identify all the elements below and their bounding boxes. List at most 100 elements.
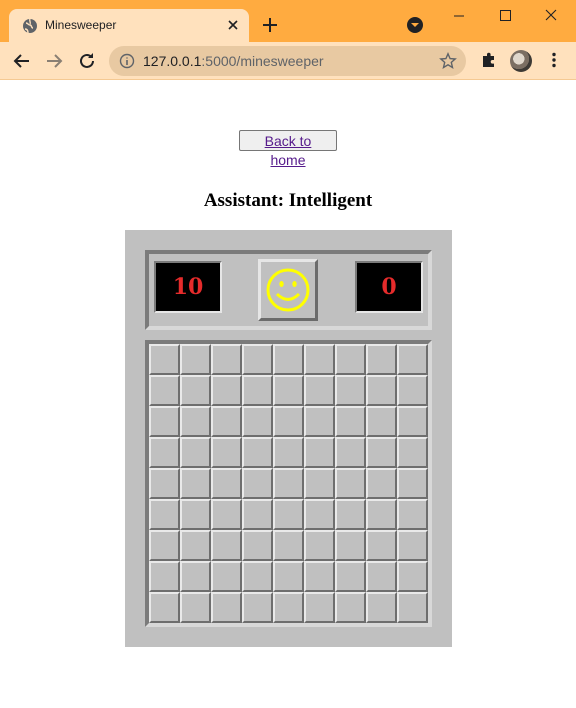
mine-cell[interactable] [242, 344, 273, 375]
mine-cell[interactable] [366, 437, 397, 468]
mine-cell[interactable] [366, 375, 397, 406]
mine-cell[interactable] [273, 468, 304, 499]
mine-cell[interactable] [180, 561, 211, 592]
mine-cell[interactable] [335, 499, 366, 530]
puzzle-icon[interactable] [480, 51, 498, 69]
mine-cell[interactable] [273, 561, 304, 592]
mine-cell[interactable] [211, 561, 242, 592]
mine-cell[interactable] [180, 592, 211, 623]
mine-cell[interactable] [211, 499, 242, 530]
mine-cell[interactable] [149, 530, 180, 561]
info-icon[interactable] [119, 53, 135, 69]
mine-cell[interactable] [335, 437, 366, 468]
mine-cell[interactable] [304, 406, 335, 437]
mine-cell[interactable] [180, 499, 211, 530]
star-icon[interactable] [439, 52, 457, 70]
mine-cell[interactable] [242, 437, 273, 468]
plus-icon[interactable] [261, 16, 279, 34]
mine-cell[interactable] [149, 406, 180, 437]
tab-search-icon[interactable] [406, 16, 424, 34]
mine-cell[interactable] [242, 530, 273, 561]
mine-cell[interactable] [397, 375, 428, 406]
mine-cell[interactable] [149, 437, 180, 468]
window-close-icon[interactable] [528, 4, 574, 32]
mine-cell[interactable] [335, 375, 366, 406]
mine-cell[interactable] [211, 530, 242, 561]
mine-cell[interactable] [149, 561, 180, 592]
mine-cell[interactable] [397, 437, 428, 468]
mine-cell[interactable] [180, 437, 211, 468]
mine-cell[interactable] [242, 499, 273, 530]
mine-cell[interactable] [273, 592, 304, 623]
back-to-home-button[interactable]: Back to home [239, 130, 337, 168]
mine-cell[interactable] [397, 468, 428, 499]
mine-cell[interactable] [335, 468, 366, 499]
mine-cell[interactable] [304, 375, 335, 406]
more-vert-icon[interactable] [545, 51, 563, 69]
mine-cell[interactable] [397, 499, 428, 530]
mine-cell[interactable] [180, 375, 211, 406]
mine-cell[interactable] [335, 530, 366, 561]
mine-cell[interactable] [273, 530, 304, 561]
avatar[interactable] [510, 50, 532, 72]
mine-cell[interactable] [273, 344, 304, 375]
mine-cell[interactable] [304, 561, 335, 592]
mine-cell[interactable] [149, 375, 180, 406]
mine-cell[interactable] [397, 561, 428, 592]
mine-cell[interactable] [366, 344, 397, 375]
mine-cell[interactable] [211, 437, 242, 468]
mine-cell[interactable] [335, 406, 366, 437]
mine-cell[interactable] [273, 406, 304, 437]
mine-cell[interactable] [211, 592, 242, 623]
mine-cell[interactable] [366, 561, 397, 592]
mine-cell[interactable] [180, 344, 211, 375]
mine-cell[interactable] [335, 344, 366, 375]
mine-cell[interactable] [180, 468, 211, 499]
mine-cell[interactable] [180, 406, 211, 437]
mine-cell[interactable] [273, 375, 304, 406]
mine-cell[interactable] [242, 406, 273, 437]
mine-cell[interactable] [273, 437, 304, 468]
smiley-face-button[interactable] [258, 259, 318, 321]
mine-cell[interactable] [304, 592, 335, 623]
mine-cell[interactable] [304, 344, 335, 375]
url-text[interactable]: 127.0.0.1:5000/minesweeper [143, 53, 324, 69]
mine-cell[interactable] [211, 468, 242, 499]
close-icon[interactable] [225, 17, 241, 33]
mine-cell[interactable] [304, 530, 335, 561]
mine-cell[interactable] [242, 561, 273, 592]
mine-cell[interactable] [304, 437, 335, 468]
mine-cell[interactable] [335, 561, 366, 592]
mine-cell[interactable] [304, 499, 335, 530]
maximize-icon[interactable] [482, 4, 528, 32]
mine-cell[interactable] [211, 406, 242, 437]
mine-cell[interactable] [366, 468, 397, 499]
mine-cell[interactable] [149, 344, 180, 375]
reload-icon[interactable] [77, 51, 97, 71]
mine-cell[interactable] [397, 406, 428, 437]
mine-cell[interactable] [397, 530, 428, 561]
mine-cell[interactable] [335, 592, 366, 623]
mine-cell[interactable] [149, 468, 180, 499]
address-bar[interactable]: 127.0.0.1:5000/minesweeper [109, 46, 466, 76]
mine-cell[interactable] [273, 499, 304, 530]
mine-cell[interactable] [304, 468, 335, 499]
arrow-left-icon[interactable] [12, 51, 32, 71]
mine-cell[interactable] [242, 592, 273, 623]
mine-cell[interactable] [211, 344, 242, 375]
minimize-icon[interactable] [436, 4, 482, 32]
mine-cell[interactable] [242, 375, 273, 406]
mine-cell[interactable] [366, 406, 397, 437]
mine-cell[interactable] [397, 592, 428, 623]
mine-cell[interactable] [366, 592, 397, 623]
mine-cell[interactable] [242, 468, 273, 499]
mine-cell[interactable] [180, 530, 211, 561]
mine-cell[interactable] [149, 499, 180, 530]
mine-cell[interactable] [397, 344, 428, 375]
mine-cell[interactable] [149, 592, 180, 623]
mine-cell[interactable] [211, 375, 242, 406]
arrow-right-icon[interactable] [44, 51, 64, 71]
browser-tab[interactable]: Minesweeper [9, 9, 249, 43]
mine-cell[interactable] [366, 530, 397, 561]
mine-cell[interactable] [366, 499, 397, 530]
